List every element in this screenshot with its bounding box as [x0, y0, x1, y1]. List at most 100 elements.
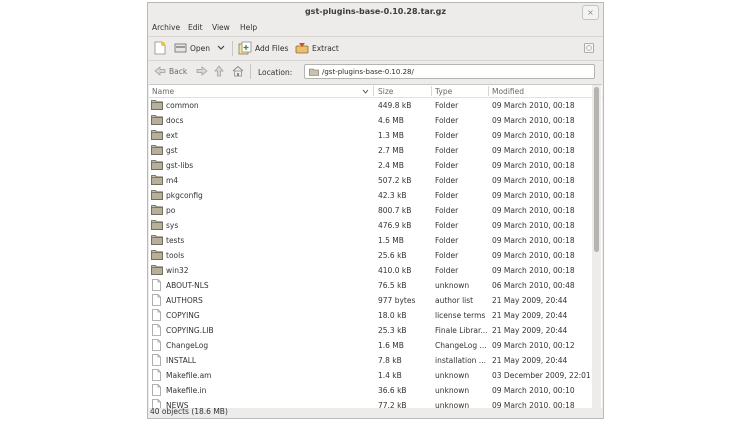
file-type: ChangeLog ...: [435, 341, 487, 350]
folder-icon: [151, 204, 163, 215]
home-button[interactable]: [232, 63, 244, 79]
file-row[interactable]: AUTHORS 977 bytes author list 21 May 2009, …: [149, 293, 592, 308]
new-archive-button[interactable]: [154, 40, 166, 56]
folder-icon: [151, 249, 163, 260]
file-size: 2.7 MB: [378, 146, 404, 155]
file-name: po: [166, 206, 176, 215]
arrow-up-icon: [214, 65, 224, 77]
file-row[interactable]: COPYING 18.0 kB license terms 21 May 2009, …: [149, 308, 592, 323]
file-type: installation ...: [435, 356, 486, 365]
file-name: ChangeLog: [166, 341, 209, 350]
folder-icon: [151, 114, 163, 125]
arrow-right-icon: [196, 66, 208, 76]
file-size: 36.6 kB: [378, 386, 407, 395]
add-files-button[interactable]: Add Files: [238, 40, 288, 56]
folder-icon: [151, 99, 163, 110]
file-row[interactable]: ABOUT-NLS 76.5 kB unknown 06 March 2010, 00…: [149, 278, 592, 293]
file-row[interactable]: docs 4.6 MB Folder 09 March 2010, 00:18: [149, 113, 592, 128]
file-type: Finale Librar...: [435, 326, 487, 335]
file-type: license terms: [435, 311, 486, 320]
file-type: Folder: [435, 161, 459, 170]
toolbar: Open Add Files Extract: [148, 36, 603, 61]
open-button[interactable]: Open: [174, 40, 225, 56]
file-type: unknown: [435, 386, 470, 395]
toolbar-separator: [232, 41, 233, 56]
file-size: 1.3 MB: [378, 131, 404, 140]
file-name: common: [166, 101, 199, 110]
file-modified: 09 March 2010, 00:18: [492, 266, 575, 275]
open-label: Open: [190, 43, 211, 53]
extract-button[interactable]: Extract: [295, 40, 339, 56]
sort-chevron-icon[interactable]: [362, 89, 369, 94]
column-divider[interactable]: [488, 86, 489, 96]
close-button[interactable]: ×: [582, 5, 599, 20]
file-type: Folder: [435, 191, 459, 200]
extract-icon: [295, 42, 309, 53]
scrollbar-thumb[interactable]: [594, 87, 599, 252]
column-divider[interactable]: [373, 86, 374, 96]
file-name: tests: [166, 236, 185, 245]
file-row[interactable]: sys 476.9 kB Folder 09 March 2010, 00:18: [149, 218, 592, 233]
file-row[interactable]: ext 1.3 MB Folder 09 March 2010, 00:18: [149, 128, 592, 143]
file-size: 77.2 kB: [378, 401, 407, 408]
file-row[interactable]: INSTALL 7.8 kB installation ... 21 May 2009…: [149, 353, 592, 368]
file-size: 42.3 kB: [378, 191, 407, 200]
file-modified: 03 December 2009, 22:01: [492, 371, 591, 380]
file-size: 800.7 kB: [378, 206, 412, 215]
file-row[interactable]: gst 2.7 MB Folder 09 March 2010, 00:18: [149, 143, 592, 158]
menu-view[interactable]: View: [212, 23, 230, 32]
forward-button[interactable]: [196, 63, 208, 79]
file-row[interactable]: po 800.7 kB Folder 09 March 2010, 00:18: [149, 203, 592, 218]
arrow-left-icon: [154, 66, 166, 76]
folder-icon: [151, 264, 163, 275]
file-type: Folder: [435, 131, 459, 140]
file-name: COPYING.LIB: [166, 326, 214, 335]
file-icon: [151, 309, 163, 321]
open-archive-icon: [174, 43, 187, 53]
file-row[interactable]: Makefile.in 36.6 kB unknown 09 March 2010, …: [149, 383, 592, 398]
column-name[interactable]: Name: [152, 87, 174, 96]
vertical-scrollbar[interactable]: [592, 85, 601, 408]
file-row[interactable]: ChangeLog 1.6 MB ChangeLog ... 09 March 201…: [149, 338, 592, 353]
column-size[interactable]: Size: [378, 87, 393, 96]
location-bar: Back Location: /gst-plugins-base-0.10.28…: [148, 60, 603, 83]
file-modified: 09 March 2010, 00:18: [492, 221, 575, 230]
file-name: INSTALL: [166, 356, 197, 365]
file-name: pkgconfig: [166, 191, 203, 200]
file-row[interactable]: tests 1.5 MB Folder 09 March 2010, 00:18: [149, 233, 592, 248]
location-field[interactable]: /gst-plugins-base-0.10.28/: [304, 64, 595, 79]
file-name: sys: [166, 221, 179, 230]
file-type: author list: [435, 296, 474, 305]
column-type[interactable]: Type: [435, 87, 452, 96]
file-type: Folder: [435, 116, 459, 125]
column-divider[interactable]: [431, 86, 432, 96]
window-title: gst-plugins-base-0.10.28.tar.gz: [304, 7, 447, 16]
file-list[interactable]: Name Size Type Modified common 449.8 kB Fo…: [149, 84, 602, 408]
file-name: gst: [166, 146, 178, 155]
title-bar[interactable]: gst-plugins-base-0.10.28.tar.gz ×: [148, 3, 603, 21]
file-row[interactable]: Makefile.am 1.4 kB unknown 03 December 2009…: [149, 368, 592, 383]
file-row[interactable]: pkgconfig 42.3 kB Folder 09 March 2010, 00:…: [149, 188, 592, 203]
file-type: unknown: [435, 281, 470, 290]
up-button[interactable]: [214, 63, 224, 79]
menu-help[interactable]: Help: [240, 23, 257, 32]
file-size: 410.0 kB: [378, 266, 412, 275]
file-row[interactable]: win32 410.0 kB Folder 09 March 2010, 00:18: [149, 263, 592, 278]
menu-edit[interactable]: Edit: [188, 23, 203, 32]
file-size: 25.3 kB: [378, 326, 407, 335]
file-modified: 21 May 2009, 20:44: [492, 356, 568, 365]
file-icon: [151, 354, 163, 366]
file-type: unknown: [435, 371, 470, 380]
file-row[interactable]: gst-libs 2.4 MB Folder 09 March 2010, 00:18: [149, 158, 592, 173]
file-icon: [151, 339, 163, 351]
menu-archive[interactable]: Archive: [152, 23, 180, 32]
column-modified[interactable]: Modified: [492, 87, 524, 96]
file-modified: 09 March 2010, 00:18: [492, 191, 575, 200]
stop-button[interactable]: [583, 40, 595, 56]
chevron-down-icon[interactable]: [217, 45, 225, 51]
back-button[interactable]: Back: [154, 63, 187, 79]
file-row[interactable]: COPYING.LIB 25.3 kB Finale Librar... 21 May…: [149, 323, 592, 338]
file-row[interactable]: common 449.8 kB Folder 09 March 2010, 00:18: [149, 98, 592, 113]
file-row[interactable]: tools 25.6 kB Folder 09 March 2010, 00:18: [149, 248, 592, 263]
file-row[interactable]: m4 507.2 kB Folder 09 March 2010, 00:18: [149, 173, 592, 188]
